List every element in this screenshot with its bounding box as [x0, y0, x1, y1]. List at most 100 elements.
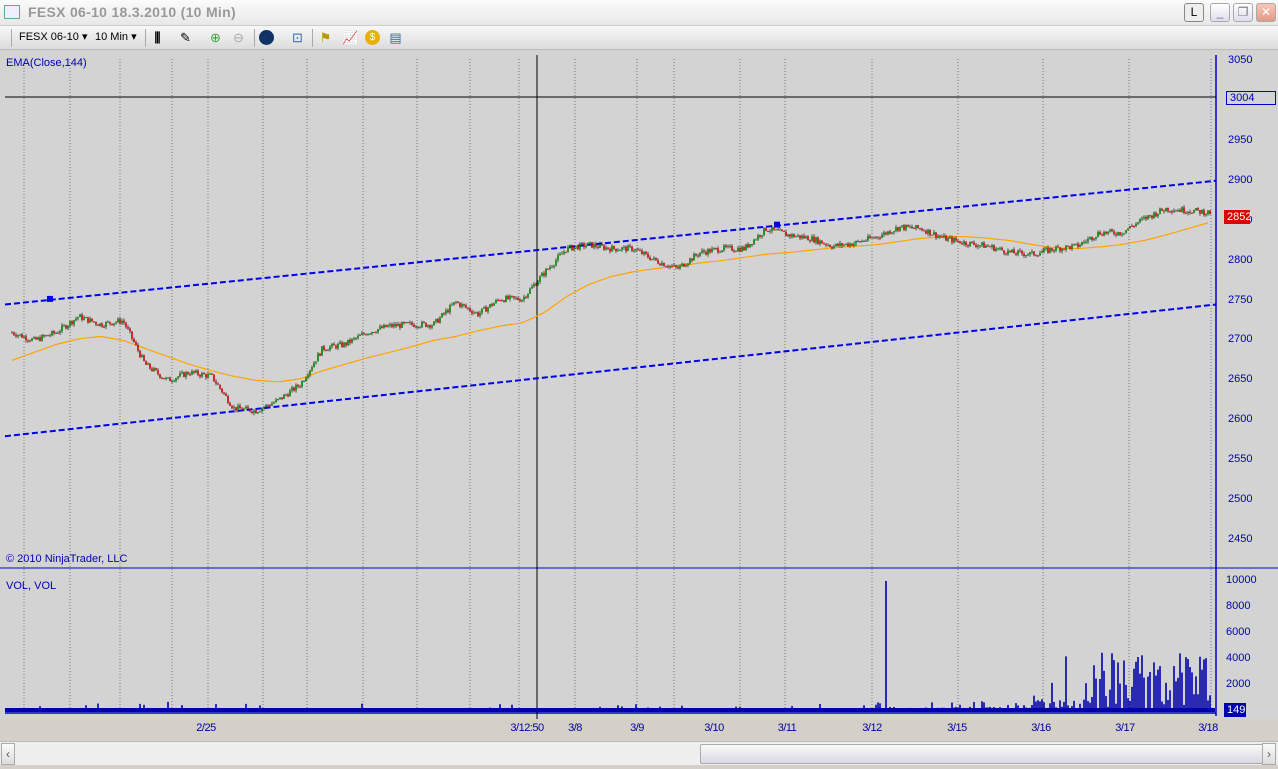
- candle-body: [667, 266, 669, 268]
- dollar-icon[interactable]: $: [365, 30, 380, 45]
- candle-body: [737, 247, 739, 252]
- candle-body: [291, 387, 293, 391]
- candle-body: [327, 350, 329, 352]
- candle-body: [825, 243, 827, 246]
- candle-body: [1073, 243, 1075, 245]
- volume-bar: [1165, 682, 1167, 711]
- strategy-icon[interactable]: ⚑: [318, 30, 333, 45]
- candle-body: [623, 246, 625, 248]
- candle-body: [1185, 212, 1187, 214]
- drawing-tool-icon[interactable]: ✎: [178, 30, 193, 45]
- candle-body: [975, 244, 977, 247]
- scroll-right-button[interactable]: ›: [1262, 743, 1276, 765]
- candle-body: [507, 295, 509, 300]
- close-button[interactable]: ✕: [1256, 3, 1276, 22]
- candle-body: [23, 336, 25, 338]
- candle-body: [755, 239, 757, 241]
- minimize-button[interactable]: _: [1210, 3, 1230, 22]
- candle-body: [107, 321, 109, 323]
- instrument-selector[interactable]: FESX 06-10 ▾: [19, 30, 88, 43]
- candle-body: [1179, 209, 1181, 212]
- candle-body: [217, 383, 219, 385]
- candle-body: [475, 312, 477, 314]
- data-box-icon[interactable]: ⊡: [290, 30, 305, 45]
- candle-body: [1131, 225, 1133, 227]
- zoom-out-icon[interactable]: ⊖: [231, 30, 246, 45]
- candle-body: [87, 317, 89, 323]
- candle-body: [873, 237, 875, 239]
- candle-body: [65, 325, 67, 329]
- candle-body: [935, 232, 937, 238]
- candle-body: [973, 242, 975, 245]
- candle-body: [45, 335, 47, 337]
- candle-body: [273, 402, 275, 404]
- last-volume-marker: 149: [1224, 703, 1246, 717]
- volume-bar: [1133, 668, 1135, 711]
- candle-body: [1071, 244, 1073, 250]
- candle-body: [735, 251, 737, 253]
- chart-area[interactable]: [0, 51, 1278, 719]
- candle-body: [261, 408, 263, 412]
- candle-body: [1011, 249, 1013, 253]
- candle-body: [449, 305, 451, 313]
- scrollbar-thumb[interactable]: [700, 744, 1264, 764]
- time-label: 3/12: [862, 722, 882, 734]
- candle-body: [853, 243, 855, 246]
- candle-body: [41, 335, 43, 342]
- candle-body: [887, 231, 889, 235]
- chart-canvas[interactable]: [0, 51, 1278, 719]
- candle-body: [355, 337, 357, 339]
- zoom-in-icon[interactable]: ⊕: [208, 30, 223, 45]
- candle-body: [547, 268, 549, 270]
- candle-body: [1017, 250, 1019, 255]
- candle-body: [259, 411, 261, 413]
- candle-body: [405, 322, 407, 324]
- indicators-icon[interactable]: 📈: [342, 30, 358, 45]
- candle-body: [661, 262, 663, 266]
- candle-body: [297, 384, 299, 387]
- volume-bar: [1123, 660, 1125, 711]
- candle-body: [175, 378, 177, 381]
- candle-body: [607, 247, 609, 249]
- candle-body: [871, 237, 873, 239]
- last-price-marker: 2852: [1224, 210, 1251, 224]
- interval-selector[interactable]: 10 Min ▾: [95, 30, 137, 43]
- restore-button[interactable]: ❐: [1233, 3, 1253, 22]
- candle-body: [81, 314, 83, 320]
- link-button[interactable]: L: [1184, 3, 1204, 22]
- candle-body: [979, 245, 981, 247]
- candle-body: [491, 304, 493, 306]
- candle-body: [747, 244, 749, 248]
- candle-body: [811, 236, 813, 242]
- candle-body: [379, 326, 381, 330]
- candle-body: [877, 236, 879, 238]
- candle-body: [605, 247, 607, 250]
- candle-body: [455, 301, 457, 303]
- properties-icon[interactable]: ▤: [388, 30, 403, 45]
- candle-body: [1045, 247, 1047, 249]
- candle-body: [21, 334, 23, 338]
- price-axis-label: 2750: [1228, 293, 1253, 306]
- candle-body: [223, 392, 225, 394]
- volume-bar: [1085, 683, 1087, 711]
- globe-icon[interactable]: [259, 30, 274, 45]
- candle-body: [99, 323, 101, 326]
- horizontal-scrollbar[interactable]: ‹ ›: [0, 741, 1278, 765]
- candle-body: [997, 248, 999, 250]
- candle-body: [279, 397, 281, 399]
- candle-body: [363, 333, 365, 335]
- candle-body: [1157, 213, 1159, 217]
- volume-bar: [1099, 679, 1101, 711]
- candle-body: [867, 236, 869, 241]
- candle-body: [315, 361, 317, 363]
- candle-body: [487, 307, 489, 312]
- scroll-left-button[interactable]: ‹: [1, 743, 15, 765]
- candle-body: [1061, 248, 1063, 252]
- volume-bar: [885, 581, 887, 711]
- candle-body: [959, 241, 961, 244]
- candle-body: [361, 333, 363, 336]
- candle-body: [923, 230, 925, 232]
- candle-body: [1075, 243, 1077, 245]
- candle-body: [253, 410, 255, 414]
- bar-style-icon[interactable]: ⫼: [150, 30, 165, 45]
